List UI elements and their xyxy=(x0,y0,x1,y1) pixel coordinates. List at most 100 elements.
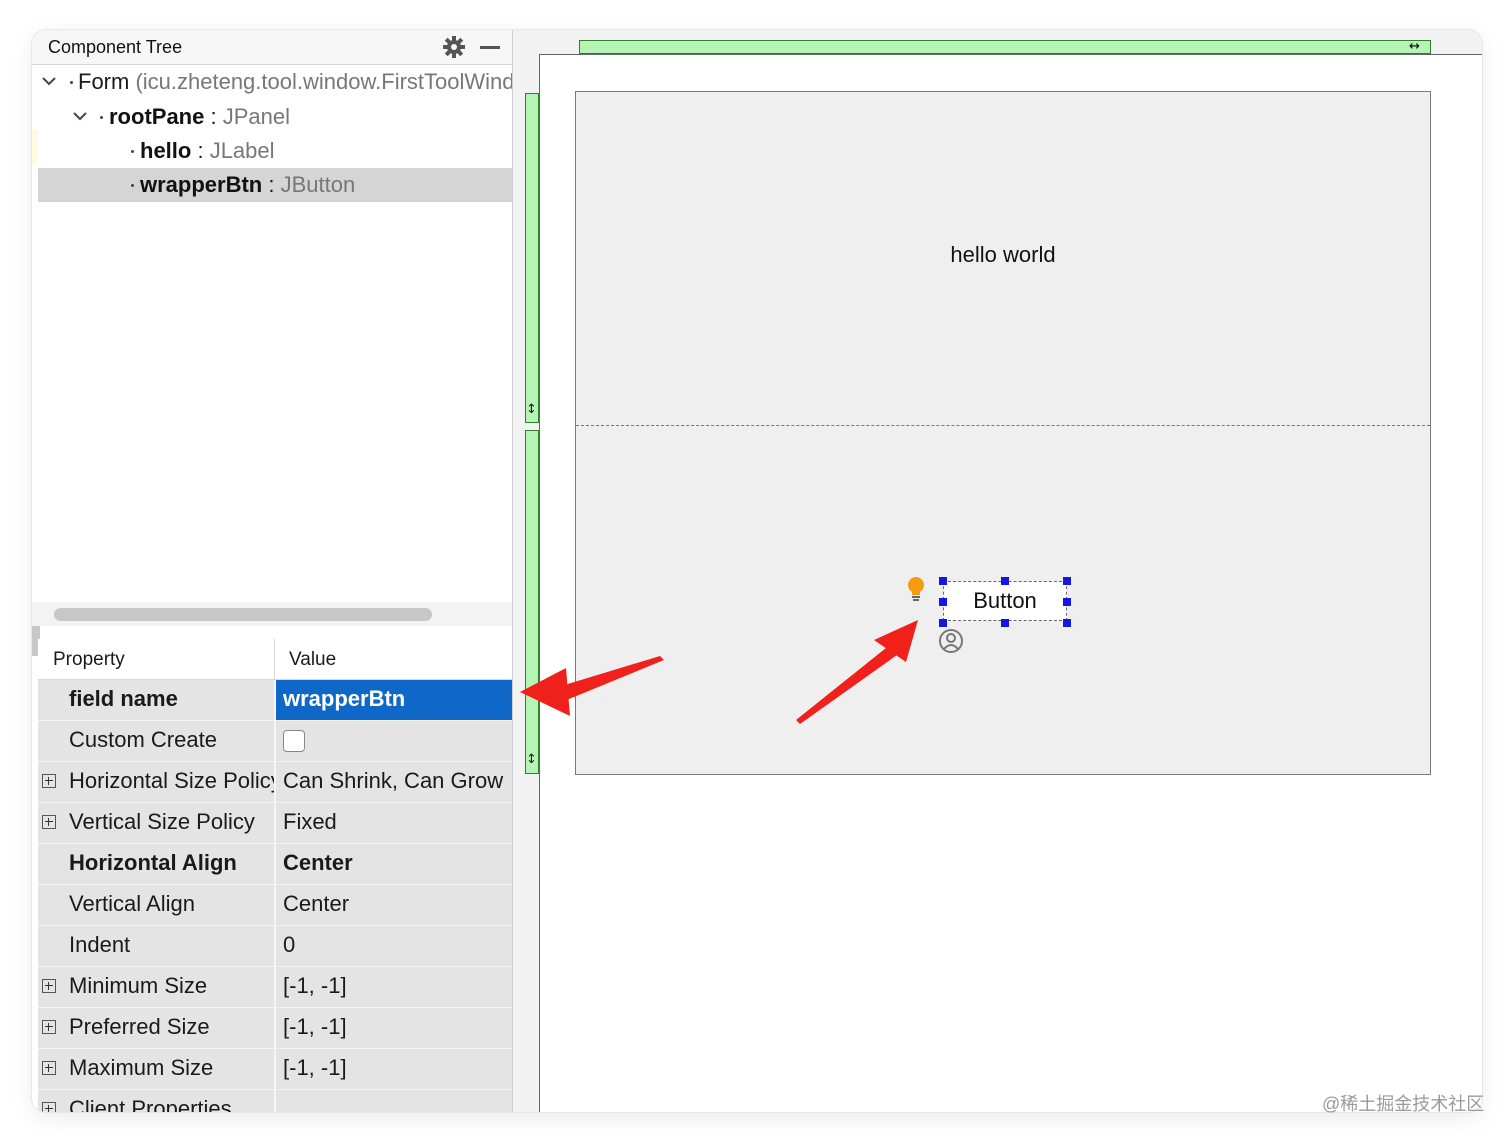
resize-handle[interactable] xyxy=(939,598,947,606)
column-divider xyxy=(274,926,276,966)
property-column-header[interactable]: Property xyxy=(53,649,125,671)
vertical-resize-icon[interactable]: ↕ xyxy=(526,402,537,417)
root-pane-panel[interactable]: hello world Button xyxy=(575,91,1431,775)
property-value[interactable]: 0 xyxy=(283,932,511,958)
property-name: Vertical Size Policy xyxy=(69,809,255,834)
tree-dot xyxy=(100,116,103,119)
expand-icon[interactable] xyxy=(42,1061,56,1075)
expand-icon[interactable] xyxy=(42,815,56,829)
property-value[interactable]: [-1, -1] xyxy=(283,1055,511,1081)
resize-handle[interactable] xyxy=(1001,577,1009,585)
component-tree-header: Component Tree xyxy=(32,30,512,65)
property-row-minimum-size[interactable]: Minimum Size [-1, -1] xyxy=(38,967,512,1008)
property-row-horizontal-size-policy[interactable]: Horizontal Size Policy Can Shrink, Can G… xyxy=(38,762,512,803)
property-row-preferred-size[interactable]: Preferred Size [-1, -1] xyxy=(38,1008,512,1049)
property-value[interactable]: [-1, -1] xyxy=(283,973,511,999)
resize-handle[interactable] xyxy=(1001,619,1009,627)
resize-handle[interactable] xyxy=(939,577,947,585)
property-name: Preferred Size xyxy=(69,1014,210,1039)
tree-dot xyxy=(70,81,73,84)
tree-node-name: hello xyxy=(140,138,192,163)
tree-node-name: rootPane xyxy=(109,104,205,129)
lightbulb-icon[interactable] xyxy=(906,576,926,604)
tree-node-rootpane[interactable]: rootPane : JPanel xyxy=(38,100,512,134)
minimize-icon[interactable] xyxy=(478,37,502,57)
grid-row-divider xyxy=(576,425,1430,426)
property-name: Horizontal Align xyxy=(69,850,237,875)
resize-handle[interactable] xyxy=(1063,598,1071,606)
chevron-down-icon[interactable] xyxy=(71,107,89,125)
property-name: Maximum Size xyxy=(69,1055,214,1080)
column-divider xyxy=(274,803,276,843)
property-row-field-name[interactable]: field name wrapperBtn xyxy=(38,680,512,721)
grid-row-marker[interactable] xyxy=(525,430,539,774)
wrapper-button-component[interactable]: Button xyxy=(943,581,1067,621)
tree-node-sep: : xyxy=(262,172,281,197)
column-divider[interactable] xyxy=(274,639,275,679)
tree-node-label: hello : JLabel xyxy=(140,134,275,168)
resize-handle[interactable] xyxy=(1063,619,1071,627)
property-row-horizontal-align[interactable]: Horizontal Align Center xyxy=(38,844,512,885)
grid-row-marker[interactable] xyxy=(525,93,539,423)
column-divider xyxy=(274,1008,276,1048)
horizontal-resize-icon[interactable]: ↔ xyxy=(1409,39,1420,54)
property-value-input[interactable]: wrapperBtn xyxy=(283,686,511,712)
property-row-maximum-size[interactable]: Maximum Size [-1, -1] xyxy=(38,1049,512,1090)
tree-node-name: wrapperBtn xyxy=(140,172,263,197)
property-row-vertical-align[interactable]: Vertical Align Center xyxy=(38,885,512,926)
property-row-client-properties[interactable]: Client Properties xyxy=(38,1090,512,1112)
tree-node-label: wrapperBtn : JButton xyxy=(140,168,355,202)
column-divider xyxy=(274,844,276,884)
hello-label[interactable]: hello world xyxy=(576,242,1430,268)
ide-window: Component Tree Form (icu.zheteng.tool.wi… xyxy=(32,30,1482,1112)
tree-node-name: Form xyxy=(78,69,130,94)
property-name: field name xyxy=(69,686,178,711)
expand-icon[interactable] xyxy=(42,979,56,993)
expand-icon[interactable] xyxy=(42,1020,56,1034)
grid-column-marker[interactable] xyxy=(579,40,1431,54)
form-designer: ↔ ↕ ↕ hello world Button xyxy=(513,30,1482,1112)
component-tree-title: Component Tree xyxy=(48,37,183,57)
property-value[interactable]: Center xyxy=(283,891,511,917)
left-panel: Component Tree Form (icu.zheteng.tool.wi… xyxy=(32,30,513,1112)
tree-node-type: JLabel xyxy=(209,138,275,163)
tree-dot xyxy=(131,184,134,187)
property-value[interactable]: Center xyxy=(283,850,511,876)
property-name: Horizontal Size Policy xyxy=(69,768,274,793)
property-row-indent[interactable]: Indent 0 xyxy=(38,926,512,967)
property-row-custom-create[interactable]: Custom Create xyxy=(38,721,512,762)
property-name: Minimum Size xyxy=(69,973,208,998)
gear-icon[interactable] xyxy=(442,35,466,59)
property-name: Vertical Align xyxy=(69,891,195,916)
tree-node-sep: : xyxy=(191,138,210,163)
property-table-header: Property Value xyxy=(38,639,512,680)
resize-handle[interactable] xyxy=(1063,577,1071,585)
column-divider xyxy=(274,1090,276,1112)
person-icon[interactable] xyxy=(938,628,964,654)
tree-node-wrapperbtn[interactable]: wrapperBtn : JButton xyxy=(38,168,512,202)
value-column-header[interactable]: Value xyxy=(289,649,336,671)
expand-icon[interactable] xyxy=(42,774,56,788)
tree-node-detail: (icu.zheteng.tool.window.FirstToolWindow… xyxy=(129,69,512,94)
chevron-down-icon[interactable] xyxy=(40,72,58,90)
scrollbar-thumb[interactable] xyxy=(54,608,432,621)
column-divider xyxy=(274,967,276,1007)
tree-node-hello[interactable]: hello : JLabel xyxy=(38,134,512,168)
resize-handle[interactable] xyxy=(939,619,947,627)
tree-node-label: Form (icu.zheteng.tool.window.FirstToolW… xyxy=(78,65,512,99)
column-divider xyxy=(274,1049,276,1089)
tree-node-type: JPanel xyxy=(222,104,290,129)
property-value[interactable]: Fixed xyxy=(283,809,511,835)
column-divider xyxy=(274,762,276,802)
tree-node-form[interactable]: Form (icu.zheteng.tool.window.FirstToolW… xyxy=(38,65,512,99)
property-value[interactable]: [-1, -1] xyxy=(283,1014,511,1040)
tree-node-label: rootPane : JPanel xyxy=(109,100,290,134)
property-value[interactable]: Can Shrink, Can Grow xyxy=(283,768,511,794)
tree-node-type: JButton xyxy=(280,172,356,197)
property-row-vertical-size-policy[interactable]: Vertical Size Policy Fixed xyxy=(38,803,512,844)
custom-create-checkbox[interactable] xyxy=(283,730,305,752)
column-divider xyxy=(274,721,276,761)
tree-node-sep: : xyxy=(204,104,223,129)
collapse-icon[interactable] xyxy=(42,1102,56,1112)
vertical-resize-icon[interactable]: ↕ xyxy=(526,752,537,767)
